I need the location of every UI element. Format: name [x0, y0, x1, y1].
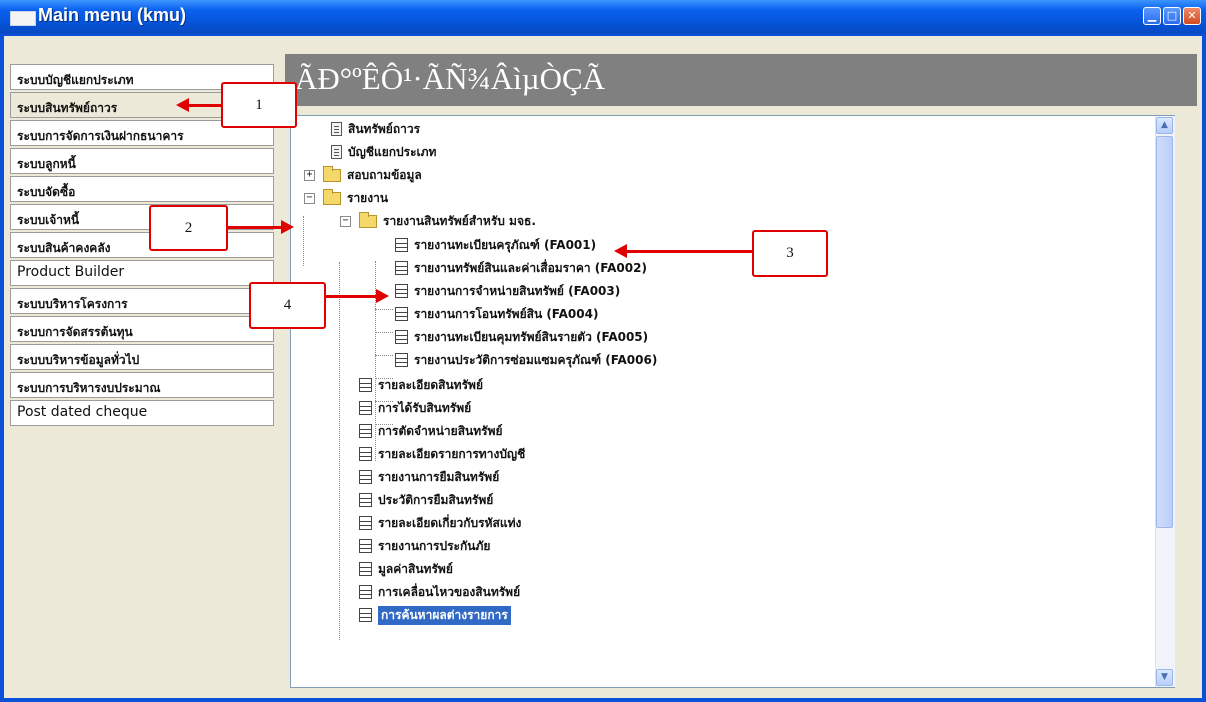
tree-item-fa001[interactable]: รายงานทะเบียนครุภัณฑ์ (FA001)	[395, 234, 596, 256]
report-icon	[395, 238, 408, 252]
report-icon	[395, 284, 408, 298]
report-icon	[395, 330, 408, 344]
folder-icon	[323, 165, 341, 182]
annotation-arrow	[325, 295, 377, 298]
arrow-head-icon	[176, 98, 189, 112]
report-icon	[359, 378, 372, 392]
collapse-icon[interactable]: −	[304, 192, 315, 204]
arrow-head-icon	[281, 220, 294, 234]
sidebar-item-cost-allocation[interactable]: ระบบการจัดสรรต้นทุน	[10, 316, 274, 342]
annotation-arrow	[188, 104, 222, 107]
tree-item-fa005[interactable]: รายงานทะเบียนคุมทรัพย์สินรายตัว (FA005)	[395, 326, 648, 348]
tree-item-asset-movement[interactable]: การเคลื่อนไหวของสินทรัพย์	[359, 581, 520, 603]
folder-icon	[323, 188, 341, 205]
maximize-button[interactable]: □	[1163, 7, 1181, 25]
sidebar-item-receivables[interactable]: ระบบลูกหนี้	[10, 148, 274, 174]
annotation-arrow	[227, 226, 282, 229]
tree-item-fa006[interactable]: รายงานประวัติการซ่อมแซมครุภัณฑ์ (FA006)	[395, 349, 657, 371]
report-icon	[359, 447, 372, 461]
sidebar-item-purchasing[interactable]: ระบบจัดซื้อ	[10, 176, 274, 202]
module-header-title: ÃÐ°ºÊÔ¹·ÃÑ¾ÂìµÒÇÃ	[295, 61, 606, 96]
tree-item-asset-details[interactable]: รายละเอียดสินทรัพย์	[359, 374, 483, 396]
form-icon	[331, 122, 342, 136]
report-icon	[359, 493, 372, 507]
scroll-thumb[interactable]	[1156, 136, 1173, 528]
tree-item-kmutt-asset-reports[interactable]: − รายงานสินทรัพย์สำหรับ มจธ.	[340, 210, 536, 232]
tree-item-asset-value[interactable]: มูลค่าสินทรัพย์	[359, 558, 453, 580]
folder-icon	[359, 211, 377, 228]
sidebar-item-post-dated-cheque[interactable]: Post dated cheque	[10, 400, 274, 426]
title-bar[interactable]: Main menu (kmu) ▁ □ ✕	[0, 0, 1206, 34]
minimize-button[interactable]: ▁	[1143, 7, 1161, 25]
report-icon	[395, 307, 408, 321]
arrow-head-icon	[614, 244, 627, 258]
callout-4: 4	[249, 282, 326, 329]
report-icon	[359, 562, 372, 576]
window-icon	[10, 11, 36, 26]
sidebar-item-general-data[interactable]: ระบบบริหารข้อมูลทั่วไป	[10, 344, 274, 370]
callout-3: 3	[752, 230, 828, 277]
window-title: Main menu (kmu)	[38, 5, 187, 25]
expand-icon[interactable]: +	[304, 169, 315, 181]
scroll-up-icon[interactable]: ▲	[1156, 117, 1173, 134]
close-button[interactable]: ✕	[1183, 7, 1201, 25]
report-icon	[395, 261, 408, 275]
report-icon	[359, 608, 372, 622]
report-icon	[359, 516, 372, 530]
report-icon	[395, 353, 408, 367]
tree-item-reports[interactable]: − รายงาน	[304, 187, 388, 209]
collapse-icon[interactable]: −	[340, 215, 351, 227]
report-icon	[359, 539, 372, 553]
tree-item-difference-search[interactable]: การค้นหาผลต่างรายการ	[359, 604, 511, 626]
tree-item-fa004[interactable]: รายงานการโอนทรัพย์สิน (FA004)	[395, 303, 598, 325]
report-icon	[359, 401, 372, 415]
report-icon	[359, 470, 372, 484]
sidebar-item-budget[interactable]: ระบบการบริหารงบประมาณ	[10, 372, 274, 398]
tree-item-general-ledger[interactable]: บัญชีแยกประเภท	[331, 141, 436, 163]
tree-item-borrowing-history[interactable]: ประวัติการยืมสินทรัพย์	[359, 489, 493, 511]
tree-item-asset-disposal[interactable]: การตัดจำหน่ายสินทรัพย์	[359, 420, 503, 442]
form-icon	[331, 145, 342, 159]
tree-item-fa003[interactable]: รายงานการจำหน่ายสินทรัพย์ (FA003)	[395, 280, 620, 302]
client-area: ระบบบัญชีแยกประเภท ระบบสินทรัพย์ถาวร ระบ…	[4, 36, 1202, 698]
sidebar-item-inventory[interactable]: ระบบสินค้าคงคลัง	[10, 232, 274, 258]
tree-item-fa002[interactable]: รายงานทรัพย์สินและค่าเสื่อมราคา (FA002)	[395, 257, 647, 279]
tree-item-inquiry[interactable]: + สอบถามข้อมูล	[304, 164, 422, 186]
sidebar-item-project-management[interactable]: ระบบบริหารโครงการ	[10, 288, 274, 314]
tree-item-accounting-details[interactable]: รายละเอียดรายการทางบัญชี	[359, 443, 525, 465]
callout-2: 2	[149, 205, 228, 251]
main-menu-window: Main menu (kmu) ▁ □ ✕ ระบบบัญชีแยกประเภท…	[0, 0, 1206, 702]
menu-tree: สินทรัพย์ถาวร บัญชีแยกประเภท + สอบถามข้อ…	[290, 115, 1175, 688]
arrow-head-icon	[376, 289, 389, 303]
tree-item-barcode-details[interactable]: รายละเอียดเกี่ยวกับรหัสแท่ง	[359, 512, 521, 534]
module-header: ÃÐ°ºÊÔ¹·ÃÑ¾ÂìµÒÇÃ	[285, 54, 1197, 106]
report-icon	[359, 424, 372, 438]
tree-item-fixed-assets[interactable]: สินทรัพย์ถาวร	[331, 118, 420, 140]
report-icon	[359, 585, 372, 599]
callout-1: 1	[221, 82, 297, 128]
scroll-down-icon[interactable]: ▼	[1156, 669, 1173, 686]
tree-item-insurance-report[interactable]: รายงานการประกันภัย	[359, 535, 490, 557]
tree-item-asset-acquisition[interactable]: การได้รับสินทรัพย์	[359, 397, 471, 419]
annotation-arrow	[626, 250, 753, 253]
sidebar-item-product-builder[interactable]: Product Builder	[10, 260, 274, 286]
tree-item-asset-borrowing-report[interactable]: รายงานการยืมสินทรัพย์	[359, 466, 499, 488]
